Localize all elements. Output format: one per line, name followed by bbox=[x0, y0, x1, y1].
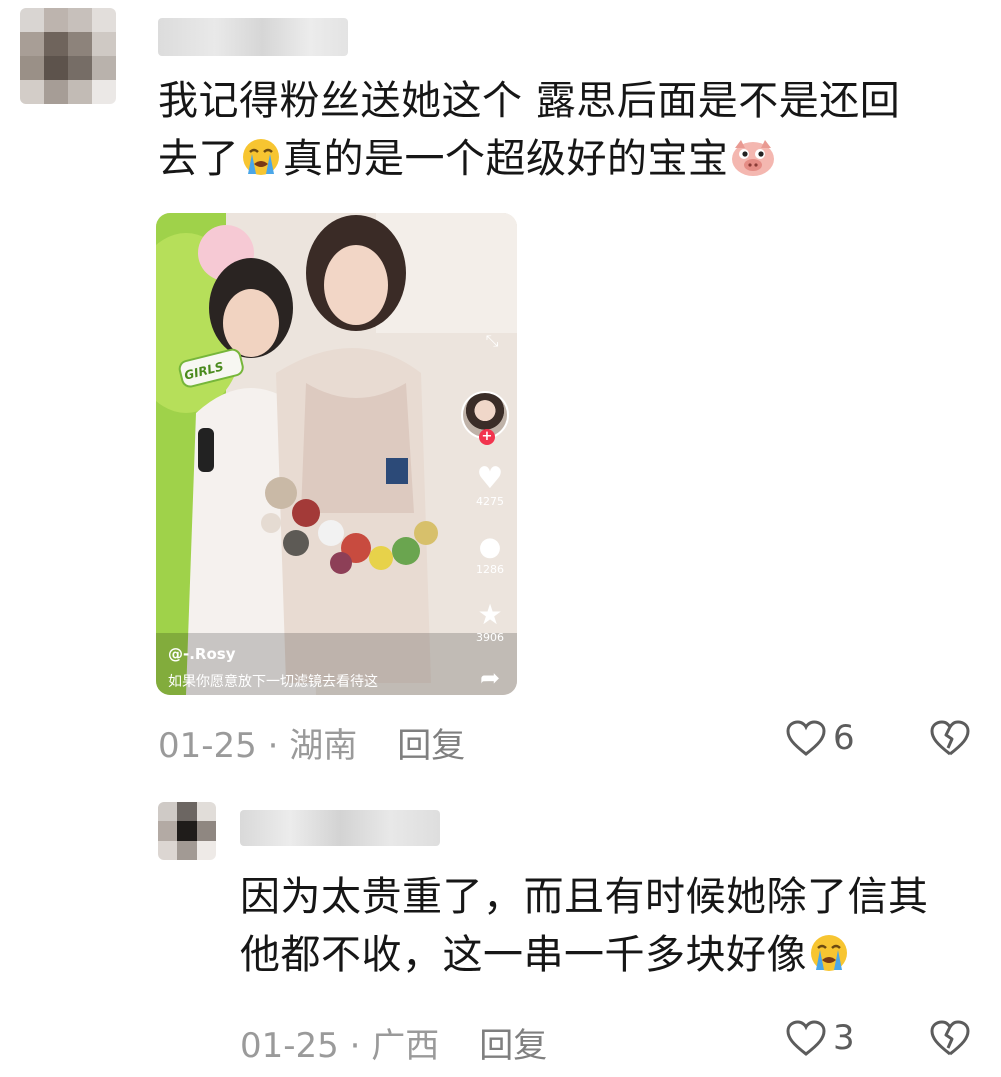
loudly-crying-emoji-icon bbox=[239, 136, 283, 194]
broken-heart-icon bbox=[930, 720, 970, 756]
username-blurred[interactable] bbox=[240, 810, 440, 846]
favorite-count: 3906 bbox=[476, 631, 504, 644]
comment-meta: 01-25 · 广西 回复 bbox=[240, 1018, 547, 1067]
reply-button[interactable]: 回复 bbox=[479, 1026, 547, 1066]
comment-text: 我记得粉丝送她这个 露思后面是不是还回 去了 真的是一个超级好的宝宝 bbox=[158, 72, 978, 194]
comment-line: 因为太贵重了，而且有时候她除了信其 bbox=[240, 874, 929, 920]
share-button[interactable]: ➦ bbox=[473, 665, 507, 691]
loudly-crying-emoji-icon bbox=[807, 932, 851, 990]
comment-button[interactable]: ● 1286 bbox=[473, 531, 507, 576]
comment-bubble-icon: ● bbox=[478, 532, 502, 562]
comment-date: 01-25 bbox=[240, 1026, 339, 1066]
comment-date: 01-25 bbox=[158, 726, 257, 766]
video-author-handle[interactable]: @-.Rosy bbox=[168, 645, 236, 663]
broken-heart-icon bbox=[930, 1020, 970, 1056]
shrink-icon[interactable]: ⤡ bbox=[481, 331, 503, 353]
video-caption: 如果你愿意放下一切滤镜去看待这 bbox=[168, 674, 378, 690]
heart-outline-icon bbox=[786, 720, 826, 756]
heart-outline-icon bbox=[786, 1020, 826, 1056]
dislike-button[interactable] bbox=[928, 1018, 972, 1062]
like-button[interactable]: ♥ 4275 bbox=[473, 461, 507, 509]
follow-plus-icon[interactable]: + bbox=[479, 429, 495, 445]
comment-location: 广西 bbox=[371, 1026, 440, 1066]
like-count: 4275 bbox=[476, 495, 504, 508]
comment-line: 我记得粉丝送她这个 露思后面是不是还回 bbox=[158, 78, 901, 124]
like-count: 6 bbox=[833, 718, 855, 758]
separator: · bbox=[338, 1026, 372, 1066]
share-arrow-icon: ➦ bbox=[479, 664, 501, 692]
comment-line: 去了 真的是一个超级好的宝宝 bbox=[158, 130, 978, 194]
avatar[interactable] bbox=[20, 8, 116, 104]
video-thumbnail[interactable]: GIRLS ⤡ + ♥ 4275 ● 1286 ★ 3906 ➦ @-.Rosy… bbox=[156, 213, 517, 695]
comment-line: 他都不收，这一串一千多块好像 bbox=[240, 926, 980, 990]
comment-meta: 01-25 · 湖南 回复 bbox=[158, 718, 465, 767]
dislike-button[interactable] bbox=[928, 718, 972, 762]
username-blurred[interactable] bbox=[158, 18, 348, 56]
pig-face-icon bbox=[729, 136, 777, 194]
like-button[interactable]: 6 bbox=[785, 718, 855, 758]
like-count: 3 bbox=[833, 1018, 855, 1058]
avatar[interactable] bbox=[158, 802, 216, 860]
favorite-button[interactable]: ★ 3906 bbox=[473, 598, 507, 645]
comment-count: 1286 bbox=[476, 563, 504, 576]
like-button[interactable]: 3 bbox=[785, 1018, 855, 1058]
reply-button[interactable]: 回复 bbox=[397, 726, 465, 766]
star-icon: ★ bbox=[477, 598, 503, 631]
comment-location: 湖南 bbox=[289, 726, 358, 766]
comment-text: 因为太贵重了，而且有时候她除了信其 他都不收，这一串一千多块好像 bbox=[240, 868, 980, 990]
separator: · bbox=[256, 726, 290, 766]
heart-icon: ♥ bbox=[476, 461, 504, 496]
